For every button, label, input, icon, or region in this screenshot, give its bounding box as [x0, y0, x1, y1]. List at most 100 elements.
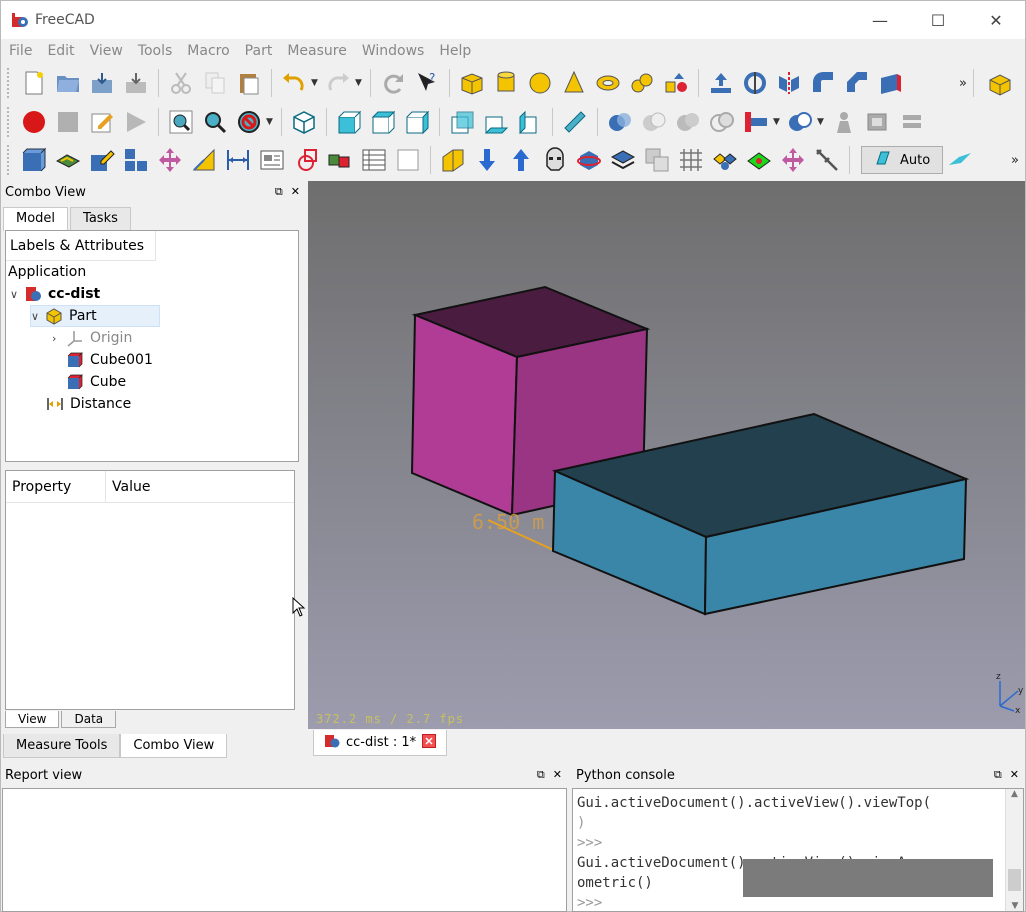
- scroll-down-icon[interactable]: ▼: [1006, 901, 1023, 911]
- common-icon[interactable]: [707, 107, 737, 137]
- new-document-icon[interactable]: [19, 68, 49, 98]
- menu-tools[interactable]: Tools: [130, 43, 180, 59]
- toolbar-overflow-icon[interactable]: »: [959, 76, 967, 91]
- fuse-icon[interactable]: [673, 107, 703, 137]
- tree-item-cube[interactable]: Cube: [66, 371, 126, 393]
- top-view-icon[interactable]: [368, 107, 398, 137]
- cut-boolean-icon[interactable]: [639, 107, 669, 137]
- redo-icon[interactable]: [323, 68, 353, 98]
- isometric-view-icon[interactable]: [289, 107, 319, 137]
- shape-builder-icon[interactable]: [863, 107, 893, 137]
- make-face-icon[interactable]: [876, 68, 906, 98]
- draw-style-dropdown-icon[interactable]: ▼: [266, 117, 276, 127]
- move-arrows-icon[interactable]: [778, 145, 808, 175]
- placement-icon[interactable]: [189, 145, 219, 175]
- tree-item-application[interactable]: Application: [8, 261, 86, 283]
- toolbar-grip[interactable]: [7, 145, 13, 175]
- menu-windows[interactable]: Windows: [354, 43, 432, 59]
- save-as-icon[interactable]: [121, 68, 151, 98]
- menu-view[interactable]: View: [82, 43, 130, 59]
- refresh-icon[interactable]: [378, 68, 408, 98]
- boolean-icon[interactable]: [605, 107, 635, 137]
- tree-item-cube001[interactable]: Cube001: [66, 349, 153, 371]
- tree-column-header[interactable]: Labels & Attributes: [6, 231, 156, 261]
- extrude-icon[interactable]: [706, 68, 736, 98]
- compound-icon[interactable]: [829, 107, 859, 137]
- run-macro-icon[interactable]: [121, 107, 151, 137]
- tab-combo-view[interactable]: Combo View: [120, 734, 228, 758]
- auto-button[interactable]: Auto: [861, 146, 944, 174]
- expand-chevron-icon[interactable]: ›: [52, 332, 66, 345]
- tab-model[interactable]: Model: [3, 207, 69, 231]
- spreadsheet-icon[interactable]: [359, 145, 389, 175]
- undo-icon[interactable]: [279, 68, 309, 98]
- paste-icon[interactable]: [234, 68, 264, 98]
- stack-layers-icon[interactable]: [608, 145, 638, 175]
- clone-icon[interactable]: [291, 145, 321, 175]
- section-icon[interactable]: [897, 107, 927, 137]
- plane-icon[interactable]: [744, 145, 774, 175]
- caliper-icon[interactable]: [812, 145, 842, 175]
- left-view-icon[interactable]: [515, 107, 545, 137]
- value-column-header[interactable]: Value: [106, 479, 150, 495]
- grid-icon[interactable]: [676, 145, 706, 175]
- python-console-output[interactable]: Gui.activeDocument().activeView().viewTo…: [572, 788, 1024, 912]
- part-sphere-icon[interactable]: [525, 68, 555, 98]
- scrollbar-thumb[interactable]: [1008, 869, 1021, 891]
- redo-dropdown-icon[interactable]: ▼: [355, 78, 365, 88]
- close-panel-icon[interactable]: ✕: [291, 185, 300, 199]
- stop-macro-icon[interactable]: [53, 107, 83, 137]
- part-workbench-icon[interactable]: [985, 68, 1015, 98]
- create-part-icon[interactable]: [19, 145, 49, 175]
- part-primitives-icon[interactable]: [661, 68, 691, 98]
- stack-blocks-icon[interactable]: [121, 145, 151, 175]
- distance-dimension-label[interactable]: 6.50 m: [472, 510, 544, 534]
- bottom-view-icon[interactable]: [481, 107, 511, 137]
- offset-icon[interactable]: [438, 145, 468, 175]
- property-column-header[interactable]: Property: [6, 470, 106, 503]
- part-box-icon[interactable]: [457, 68, 487, 98]
- part-cone-icon[interactable]: [559, 68, 589, 98]
- expand-chevron-icon[interactable]: ∨: [31, 310, 45, 323]
- record-macro-icon[interactable]: [19, 107, 49, 137]
- rotate-3d-icon[interactable]: [574, 145, 604, 175]
- up-arrow-icon[interactable]: [506, 145, 536, 175]
- chamfer-icon[interactable]: [842, 68, 872, 98]
- part-tube-icon[interactable]: [627, 68, 657, 98]
- menu-edit[interactable]: Edit: [39, 43, 81, 59]
- close-tab-icon[interactable]: [422, 733, 437, 752]
- tab-tasks[interactable]: Tasks: [70, 207, 131, 231]
- close-panel-icon[interactable]: ✕: [1010, 768, 1019, 782]
- down-arrow-icon[interactable]: [472, 145, 502, 175]
- rear-view-icon[interactable]: [447, 107, 477, 137]
- edit-part-icon[interactable]: [87, 145, 117, 175]
- part-cylinder-icon[interactable]: [491, 68, 521, 98]
- float-panel-icon[interactable]: ⧉: [994, 768, 1002, 782]
- whats-this-icon[interactable]: ?: [412, 68, 442, 98]
- join-features-icon[interactable]: [741, 107, 771, 137]
- copy-shape-icon[interactable]: [642, 145, 672, 175]
- tab-view[interactable]: View: [5, 711, 60, 728]
- close-button[interactable]: ✕: [967, 1, 1025, 39]
- stormtrooper-icon[interactable]: [540, 145, 570, 175]
- toolbar-grip[interactable]: [7, 107, 13, 137]
- toolbar-grip[interactable]: [7, 68, 13, 98]
- float-panel-icon[interactable]: ⧉: [537, 768, 545, 782]
- menu-macro[interactable]: Macro: [179, 43, 236, 59]
- menu-file[interactable]: File: [1, 43, 39, 59]
- tab-data[interactable]: Data: [61, 711, 117, 728]
- edit-macro-icon[interactable]: [87, 107, 117, 137]
- blank-page-icon[interactable]: [393, 145, 423, 175]
- assembly-icon[interactable]: [710, 145, 740, 175]
- join-dropdown-icon[interactable]: ▼: [773, 117, 783, 127]
- expand-chevron-icon[interactable]: ∨: [10, 288, 24, 301]
- tree-item-part[interactable]: ∨ Part: [30, 305, 160, 327]
- properties-panel-icon[interactable]: [257, 145, 287, 175]
- menu-part[interactable]: Part: [237, 43, 280, 59]
- fillet-icon[interactable]: [808, 68, 838, 98]
- right-view-icon[interactable]: [402, 107, 432, 137]
- tab-measure-tools[interactable]: Measure Tools: [3, 734, 121, 758]
- save-icon[interactable]: [87, 68, 117, 98]
- console-scrollbar[interactable]: ▲ ▼: [1005, 789, 1023, 911]
- tree-item-origin[interactable]: › Origin: [52, 327, 132, 349]
